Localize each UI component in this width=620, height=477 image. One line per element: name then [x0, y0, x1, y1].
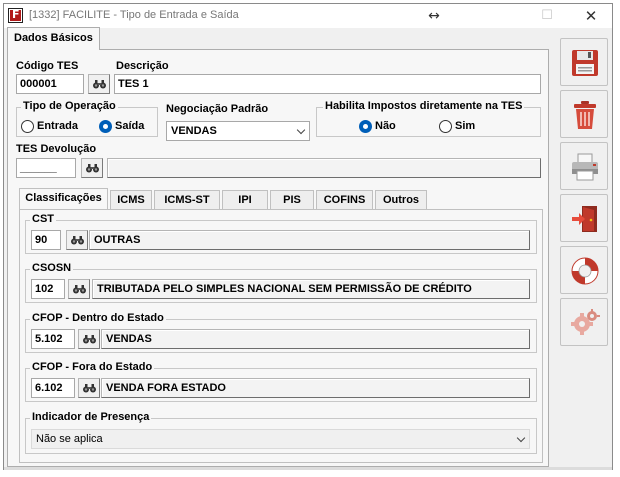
- radio-nao[interactable]: Não: [359, 120, 396, 134]
- indicador-presenca-title: Indicador de Presença: [30, 411, 152, 423]
- window-title: [1332] FACILITE - Tipo de Entrada e Saíd…: [29, 9, 239, 21]
- delete-button[interactable]: [560, 90, 608, 138]
- codigo-tes-input[interactable]: 000001: [16, 74, 84, 94]
- printer-icon: [572, 153, 598, 181]
- app-logo-icon: [8, 8, 23, 23]
- cst-search-button[interactable]: [66, 230, 88, 250]
- binoculars-icon: [86, 164, 99, 173]
- tab-classificacoes[interactable]: Classificações: [19, 188, 108, 209]
- close-icon[interactable]: ✕: [569, 4, 613, 28]
- binoculars-icon: [73, 285, 86, 294]
- cfop-fora-title: CFOP - Fora do Estado: [30, 361, 155, 373]
- status-strip: [4, 467, 612, 470]
- tab-dados-basicos[interactable]: Dados Básicos: [7, 27, 100, 50]
- habilita-impostos-group: Habilita Impostos diretamente na TES Não…: [316, 100, 541, 137]
- tipo-operacao-title: Tipo de Operação: [21, 100, 118, 112]
- descricao-label: Descrição: [116, 60, 169, 72]
- cfop-dentro-title: CFOP - Dentro do Estado: [30, 312, 166, 324]
- settings-gear-icon: [571, 309, 600, 335]
- radio-sim[interactable]: Sim: [439, 120, 475, 134]
- cfop-fora-code-input[interactable]: 6.102: [31, 378, 75, 398]
- indicador-presenca-group: Indicador de Presença Não se aplica: [25, 411, 537, 454]
- tab-pis[interactable]: PIS: [270, 190, 314, 209]
- tes-devolucao-description: [107, 158, 541, 178]
- radio-nao-circle[interactable]: [359, 120, 372, 133]
- cfop-fora-description: VENDA FORA ESTADO: [101, 378, 530, 398]
- tab-icms[interactable]: ICMS: [110, 190, 152, 209]
- exit-door-icon: [572, 206, 597, 232]
- csosn-description: TRIBUTADA PELO SIMPLES NACIONAL SEM PERM…: [92, 279, 530, 299]
- binoculars-icon: [93, 80, 106, 89]
- radio-entrada[interactable]: Entrada: [21, 120, 78, 134]
- lifebuoy-help-icon: [571, 257, 599, 285]
- save-icon: [572, 50, 598, 76]
- tes-devolucao-label: TES Devolução: [16, 143, 97, 155]
- help-button[interactable]: [560, 246, 608, 294]
- codigo-tes-label: Código TES: [16, 60, 79, 72]
- negociacao-label: Negociação Padrão: [166, 103, 269, 115]
- csosn-code-input[interactable]: 102: [31, 279, 65, 299]
- title-bar: [1332] FACILITE - Tipo de Entrada e Saíd…: [4, 4, 612, 28]
- print-button[interactable]: [560, 142, 608, 190]
- cfop-dentro-description: VENDAS: [101, 329, 530, 349]
- habilita-impostos-title: Habilita Impostos diretamente na TES: [323, 100, 525, 112]
- radio-saida[interactable]: Saída: [99, 120, 144, 134]
- descricao-input[interactable]: TES 1: [114, 74, 541, 94]
- tes-devolucao-input[interactable]: ______: [16, 158, 76, 178]
- cfop-dentro-search-button[interactable]: [78, 329, 100, 349]
- tipo-operacao-group: Tipo de Operação Entrada Saída: [16, 100, 158, 137]
- cst-title: CST: [30, 213, 56, 225]
- cfop-fora-group: CFOP - Fora do Estado 6.102 VENDA FORA E…: [25, 361, 537, 402]
- maximize-icon[interactable]: ☐: [525, 4, 569, 28]
- tab-icms-st[interactable]: ICMS-ST: [154, 190, 220, 209]
- radio-sim-circle[interactable]: [439, 120, 452, 133]
- tab-cofins[interactable]: COFINS: [316, 190, 373, 209]
- chevron-down-icon: [296, 125, 306, 135]
- cst-description: OUTRAS: [89, 230, 530, 250]
- cst-group: CST 90 OUTRAS: [25, 213, 537, 254]
- tab-outros[interactable]: Outros: [375, 190, 427, 209]
- window: [1332] FACILITE - Tipo de Entrada e Saíd…: [3, 3, 613, 470]
- cfop-fora-search-button[interactable]: [78, 378, 100, 398]
- resize-icon[interactable]: ↔: [412, 4, 456, 28]
- cfop-dentro-code-input[interactable]: 5.102: [31, 329, 75, 349]
- exit-button[interactable]: [560, 194, 608, 242]
- codigo-search-button[interactable]: [88, 74, 110, 94]
- negociacao-select[interactable]: VENDAS: [166, 121, 310, 141]
- settings-button[interactable]: [560, 298, 608, 346]
- cfop-dentro-group: CFOP - Dentro do Estado 5.102 VENDAS: [25, 312, 537, 353]
- dados-basicos-page: Código TES 000001 Descrição TES 1 Tipo d…: [7, 49, 549, 467]
- csosn-title: CSOSN: [30, 262, 74, 274]
- csosn-group: CSOSN 102 TRIBUTADA PELO SIMPLES NACIONA…: [25, 262, 537, 303]
- radio-saida-circle[interactable]: [99, 120, 112, 133]
- binoculars-icon: [71, 236, 84, 245]
- classificacoes-page: CST 90 OUTRAS CSOSN 102 TRIBUTADA PELO S…: [19, 209, 543, 463]
- devolucao-search-button[interactable]: [81, 158, 103, 178]
- binoculars-icon: [83, 384, 96, 393]
- trash-icon: [574, 101, 596, 129]
- indicador-presenca-select[interactable]: Não se aplica: [31, 429, 530, 449]
- tab-ipi[interactable]: IPI: [222, 190, 268, 209]
- csosn-search-button[interactable]: [68, 279, 90, 299]
- save-button[interactable]: [560, 38, 608, 86]
- chevron-down-icon: [516, 433, 526, 443]
- cst-code-input[interactable]: 90: [31, 230, 61, 250]
- radio-entrada-circle[interactable]: [21, 120, 34, 133]
- binoculars-icon: [83, 335, 96, 344]
